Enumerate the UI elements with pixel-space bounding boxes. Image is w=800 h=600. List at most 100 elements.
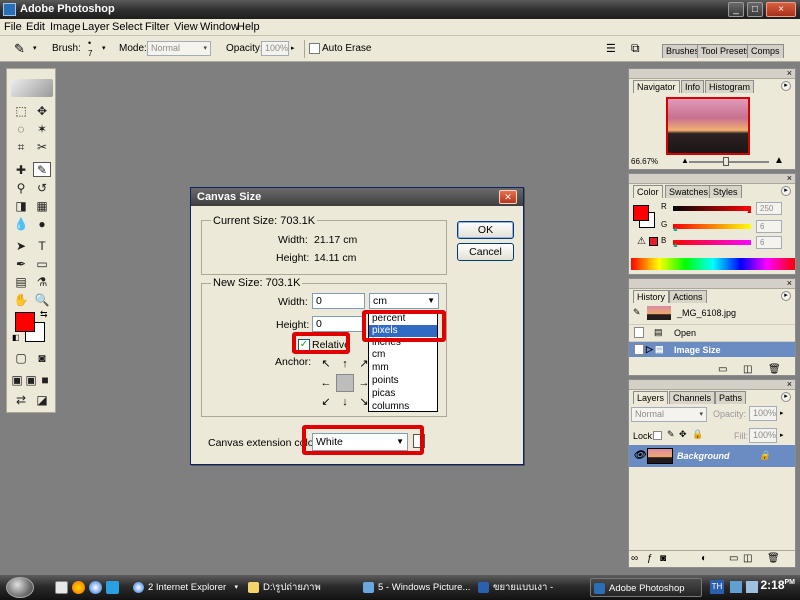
- new-document-from-state-icon[interactable]: ▭: [718, 364, 727, 375]
- ok-button[interactable]: OK: [457, 221, 514, 239]
- anchor-bottom-icon[interactable]: ↓: [336, 393, 354, 411]
- link-layers-icon[interactable]: ∞: [631, 553, 638, 564]
- notes-tool-icon[interactable]: ▤: [12, 275, 30, 290]
- well-tab-tool-presets[interactable]: Tool Presets: [697, 44, 755, 58]
- swap-colors-icon[interactable]: ⇆: [40, 309, 48, 320]
- color-panel-foreground-swatch[interactable]: [633, 205, 649, 221]
- tray-network-icon[interactable]: [730, 581, 742, 593]
- panel-close-icon[interactable]: ×: [787, 379, 792, 389]
- channel-r-slider[interactable]: [673, 206, 751, 211]
- navigator-thumbnail[interactable]: [666, 97, 750, 155]
- quick-mask-mode-icon[interactable]: ◙: [33, 351, 51, 366]
- new-height-input[interactable]: 0: [312, 316, 365, 332]
- navigator-zoom-slider[interactable]: [689, 161, 769, 163]
- dialog-title-bar[interactable]: Canvas Size: [191, 188, 523, 206]
- hand-tool-icon[interactable]: ✋: [12, 293, 30, 308]
- taskbar-item-picture-viewer[interactable]: 5 - Windows Picture...: [360, 578, 472, 597]
- jump-to-imageready-icon[interactable]: ⇄: [12, 393, 30, 408]
- tab-actions[interactable]: Actions: [669, 290, 707, 303]
- menu-edit[interactable]: Edit: [26, 21, 45, 33]
- anchor-top-left-icon[interactable]: ↖: [317, 355, 335, 373]
- add-mask-icon[interactable]: ◙: [660, 553, 666, 564]
- media-player-icon[interactable]: [106, 581, 119, 594]
- adjustment-layer-icon[interactable]: ◐: [701, 553, 707, 564]
- tab-histogram[interactable]: Histogram: [705, 80, 755, 93]
- screen-mode-full-menu-icon[interactable]: ▣: [24, 373, 38, 388]
- taskbar-item-folder[interactable]: D:\รูปถ่ายภาพ: [245, 578, 357, 597]
- palette-options-icon[interactable]: ☰: [606, 42, 616, 55]
- fill-arrow-icon[interactable]: ▸: [780, 431, 784, 439]
- foreground-color-swatch[interactable]: [15, 312, 35, 332]
- history-brush-tool-icon[interactable]: ↺: [33, 181, 51, 196]
- lasso-tool-icon[interactable]: ◌: [12, 122, 30, 137]
- navigator-zoom-value[interactable]: 66.67%: [631, 157, 658, 166]
- mode-select[interactable]: Normal ▾: [147, 41, 211, 56]
- opacity-arrow-icon[interactable]: ▸: [291, 44, 295, 52]
- width-unit-select[interactable]: cm ▼: [369, 293, 439, 309]
- opacity-field[interactable]: 100%: [261, 41, 289, 56]
- panel-menu-icon[interactable]: ▸: [781, 392, 791, 402]
- move-tool-icon[interactable]: ✥: [33, 104, 51, 119]
- history-source-box[interactable]: [634, 344, 644, 355]
- unit-option-picas[interactable]: picas: [369, 388, 437, 400]
- brush-chevron-icon[interactable]: ▾: [102, 44, 106, 52]
- layer-opacity-field[interactable]: 100%: [749, 406, 777, 421]
- feather-logo-icon[interactable]: [11, 79, 53, 97]
- cancel-button[interactable]: Cancel: [457, 243, 514, 261]
- type-tool-icon[interactable]: T: [33, 239, 51, 254]
- channel-g-thumb-icon[interactable]: ▲: [672, 226, 679, 233]
- dialog-close-button[interactable]: ✕: [499, 190, 517, 204]
- new-layer-icon[interactable]: ◫: [743, 553, 752, 564]
- default-colors-icon[interactable]: ◧: [12, 333, 20, 342]
- dodge-tool-icon[interactable]: ●: [33, 217, 51, 232]
- history-state-pointer-icon[interactable]: ▷: [646, 344, 653, 355]
- channel-g-slider[interactable]: [673, 224, 751, 229]
- layer-style-icon[interactable]: ƒ: [647, 553, 653, 564]
- tab-channels[interactable]: Channels: [669, 391, 716, 404]
- taskbar-item-word[interactable]: ขยายแบบเงา - Micros...: [475, 578, 587, 597]
- imageready-icon[interactable]: ◪: [33, 393, 51, 408]
- navigator-zoom-slider-thumb[interactable]: [723, 157, 729, 166]
- internet-explorer-icon[interactable]: [89, 581, 102, 594]
- start-button[interactable]: [6, 577, 34, 598]
- channel-b-value[interactable]: 6: [756, 236, 782, 249]
- anchor-top-icon[interactable]: ↑: [336, 355, 354, 373]
- slice-tool-icon[interactable]: ✂: [33, 140, 51, 155]
- panel-close-icon[interactable]: ×: [787, 278, 792, 288]
- tab-paths[interactable]: Paths: [715, 391, 747, 404]
- anchor-center-cell[interactable]: [336, 374, 354, 392]
- tab-history[interactable]: History: [633, 290, 670, 303]
- shape-tool-icon[interactable]: ▭: [33, 257, 51, 272]
- lock-position-icon[interactable]: ✥: [679, 429, 687, 440]
- history-snapshot-row[interactable]: ✎ _MG_6108.jpg: [629, 303, 795, 323]
- close-button[interactable]: ×: [766, 2, 796, 17]
- pencil-tool-button-icon[interactable]: ✎: [33, 162, 51, 177]
- healing-brush-tool-icon[interactable]: ✚: [12, 163, 30, 178]
- gradient-tool-icon[interactable]: ▦: [33, 199, 51, 214]
- menu-help[interactable]: Help: [237, 21, 260, 33]
- panel-close-icon[interactable]: ×: [787, 173, 792, 183]
- pencil-tool-icon[interactable]: ✎: [14, 41, 25, 57]
- auto-erase-checkbox[interactable]: [309, 43, 320, 54]
- tray-volume-icon[interactable]: [746, 581, 758, 593]
- tab-color[interactable]: Color: [633, 185, 663, 198]
- channel-r-thumb-icon[interactable]: ▲: [746, 208, 753, 215]
- zoom-in-icon[interactable]: ▲: [774, 155, 784, 166]
- lock-transparent-toggle[interactable]: [653, 431, 662, 440]
- file-browser-icon[interactable]: ⧉: [631, 41, 640, 56]
- tab-navigator[interactable]: Navigator: [633, 80, 680, 93]
- channel-b-slider[interactable]: [673, 240, 751, 245]
- menu-layer[interactable]: Layer: [82, 21, 110, 33]
- layer-background[interactable]: 👁 Background 🔒: [629, 445, 795, 467]
- new-width-input[interactable]: 0: [312, 293, 365, 309]
- zoom-out-icon[interactable]: ▲: [681, 156, 689, 165]
- eraser-tool-icon[interactable]: ◨: [12, 199, 30, 214]
- panel-menu-icon[interactable]: ▸: [781, 186, 791, 196]
- minimize-button[interactable]: _: [728, 2, 744, 17]
- layer-opacity-arrow-icon[interactable]: ▸: [780, 409, 784, 417]
- blur-tool-icon[interactable]: 💧: [12, 217, 30, 232]
- marquee-tool-icon[interactable]: ⬚: [12, 104, 30, 119]
- delete-layer-icon[interactable]: 🗑: [767, 553, 780, 564]
- taskbar-item-internet-explorer[interactable]: 2 Internet Explorer ▾: [130, 578, 242, 597]
- language-indicator-icon[interactable]: TH: [710, 580, 724, 594]
